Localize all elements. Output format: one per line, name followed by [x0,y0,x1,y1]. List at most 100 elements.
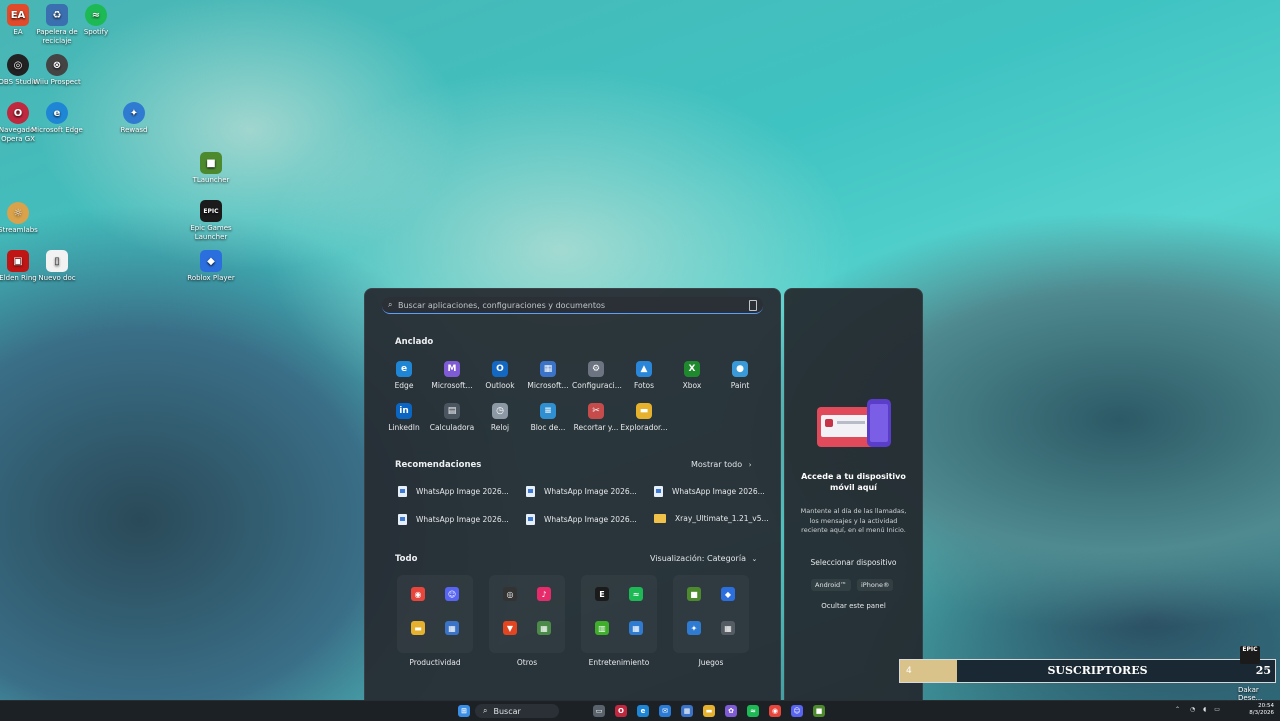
pinned-app-label: Bloc de... [530,423,566,432]
pinned-app[interactable]: ◷ Reloj [476,403,524,432]
desktop-icon-document[interactable]: ▯ Nuevo doc [31,250,83,283]
epic-games-icon[interactable]: EPIC [1240,646,1260,664]
pinned-app[interactable]: ▬ Explorador... [620,403,668,432]
minecraft-icon[interactable]: ■ [813,705,825,717]
system-tray[interactable]: ⌃ ◔ ◖ ▭ [1175,706,1220,713]
pinned-app[interactable]: ▤ Calculadora [428,403,476,432]
android-option-button[interactable]: Android™ [811,579,851,591]
obs-icon: ◎ [503,587,517,601]
mail-icon[interactable]: ✉ [659,705,671,717]
app-group-icon: ▦ [721,621,735,635]
start-search-placeholder[interactable]: Buscar aplicaciones, configuraciones y d… [398,301,605,310]
app-icon: ⊗ [46,54,68,76]
roblox-icon: ◆ [721,587,735,601]
pinned-app[interactable]: ● Paint [716,361,764,390]
app-category-folder[interactable]: E ≈ ▥ ▦ [581,575,657,653]
pinned-app[interactable]: X Xbox [668,361,716,390]
microsoft-store-icon[interactable]: ▦ [681,705,693,717]
edge-icon[interactable]: e [637,705,649,717]
recommended-item[interactable]: WhatsApp Image 2026... [526,514,637,525]
app-category-label: Juegos [698,658,724,667]
edge-icon: e [46,102,68,124]
pinned-app[interactable]: ⚙ Configuraci... [572,361,622,390]
pinned-app[interactable]: O Outlook [476,361,524,390]
pinned-app[interactable]: ✂ Recortar y... [572,403,620,432]
streamlabs-icon: ☼ [7,202,29,224]
desktop-icon-edge[interactable]: e Microsoft Edge [31,102,83,135]
document-icon: ▯ [46,250,68,272]
gamepad-icon: ✦ [123,102,145,124]
opera-gx-icon: O [7,102,29,124]
recommended-item-label: Xray_Ultimate_1.21_v5... [675,514,769,523]
taskbar: ⊞ ⌕ Buscar ▭ Oe ✉ ▦ ▬ ✿ ≈ ◉ ☺ ■ ⌃ ◔ ◖ ▭ 20:54 8/3… [0,700,1280,721]
spotify-icon[interactable]: ≈ [747,705,759,717]
desktop-icon-app[interactable]: ⊗ Wiiu Prospect [31,54,83,87]
spotify-icon: ≈ [85,4,107,26]
start-search-box[interactable]: ⌕ Buscar aplicaciones, configuraciones y… [382,297,763,314]
pinned-app[interactable]: ≡ Bloc de... [524,403,572,432]
pinned-app-label: Microsoft... [431,381,473,390]
desktop-icon-epic-games[interactable]: EPIC Epic Games Launcher [185,200,237,242]
clock-date: 8/3/2026 [1249,710,1274,716]
file-explorer-icon[interactable]: ▬ [703,705,715,717]
recommended-item[interactable]: Xray_Ultimate_1.21_v5... [654,514,769,523]
opera-gx-icon[interactable]: O [615,705,627,717]
hide-panel-button[interactable]: Ocultar este panel [795,602,912,610]
windows-start-icon[interactable]: ⊞ [458,705,470,717]
brave-icon: ▼ [503,621,517,635]
photos-icon: ▲ [636,361,652,377]
volume-icon: ◖ [1203,706,1207,713]
phone-illustration-icon [817,399,891,447]
pinned-app-label: Calculadora [429,423,475,432]
pinned-app-label: Microsoft... [527,381,569,390]
outlook-icon: O [492,361,508,377]
image-file-icon [654,486,663,497]
desktop-icon-rewasd[interactable]: ✦ Rewasd [108,102,160,135]
snipping-tool-icon: ✂ [588,403,604,419]
folder-icon [654,514,666,523]
pinned-app[interactable]: in LinkedIn [380,403,428,432]
discord-icon[interactable]: ☺ [791,705,803,717]
pinned-app[interactable]: ▦ Microsoft... [524,361,572,390]
pinned-app[interactable]: ▲ Fotos [620,361,668,390]
pinned-app[interactable]: e Edge [380,361,428,390]
show-all-button[interactable]: Mostrar todo › [691,460,752,469]
settings-gear-icon: ⚙ [588,361,604,377]
task-view-icon[interactable]: ▭ [593,705,605,717]
app-group-icon: ▦ [629,621,643,635]
phone-link-panel: Accede a tu dispositivo móvil aquí Mante… [784,288,923,702]
app-category-folder[interactable]: ◉ ☺ ▬ ▦ [397,575,473,653]
pinned-app-label: Outlook [485,381,515,390]
chevron-right-icon: › [748,461,752,469]
epic-games-icon: EPIC [200,200,222,222]
desktop-icon-streamlabs[interactable]: ☼ Streamlabs [0,202,44,235]
recommended-item-label: WhatsApp Image 2026... [416,487,509,496]
app-category-label: Productividad [409,658,461,667]
desktop-icon-spotify[interactable]: ≈ Spotify [70,4,122,37]
chrome-icon[interactable]: ◉ [769,705,781,717]
taskbar-search-box[interactable]: ⌕ Buscar [475,704,559,718]
desktop-icon-tlauncher[interactable]: ■ TLauncher [185,152,237,185]
app-category-folder[interactable]: ◎ ♪ ▼ ▦ [489,575,565,653]
phone-panel-title: Accede a tu dispositivo móvil aquí [801,472,906,492]
xbox-game-bar-icon: ▥ [595,621,609,635]
iphone-option-button[interactable]: iPhone® [857,579,894,591]
taskbar-clock[interactable]: 20:54 8/3/2026 [1249,703,1274,717]
recommended-item[interactable]: WhatsApp Image 2026... [398,486,509,497]
desktop-icon-roblox[interactable]: ◆ Roblox Player [185,250,237,283]
recommended-item[interactable]: WhatsApp Image 2026... [398,514,509,525]
tiktok-icon: ♪ [537,587,551,601]
pinned-app[interactable]: M Microsoft... [428,361,476,390]
pinned-app-label: Recortar y... [573,423,619,432]
gamepad-icon: ✦ [687,621,701,635]
roblox-icon: ◆ [200,250,222,272]
recommended-item[interactable]: WhatsApp Image 2026... [526,486,637,497]
view-mode-dropdown[interactable]: Visualización: Categoría ⌄ [650,554,757,563]
app-category-folder[interactable]: ■ ◆ ✦ ▦ [673,575,749,653]
game-icon: ▣ [7,250,29,272]
app-category-label: Entretenimiento [588,658,650,667]
copilot-icon[interactable]: ✿ [725,705,737,717]
recommended-item[interactable]: WhatsApp Image 2026... [654,486,765,497]
phone-panel-description: Mantente al día de las llamadas, los men… [800,507,907,534]
microphone-icon[interactable] [749,300,757,311]
